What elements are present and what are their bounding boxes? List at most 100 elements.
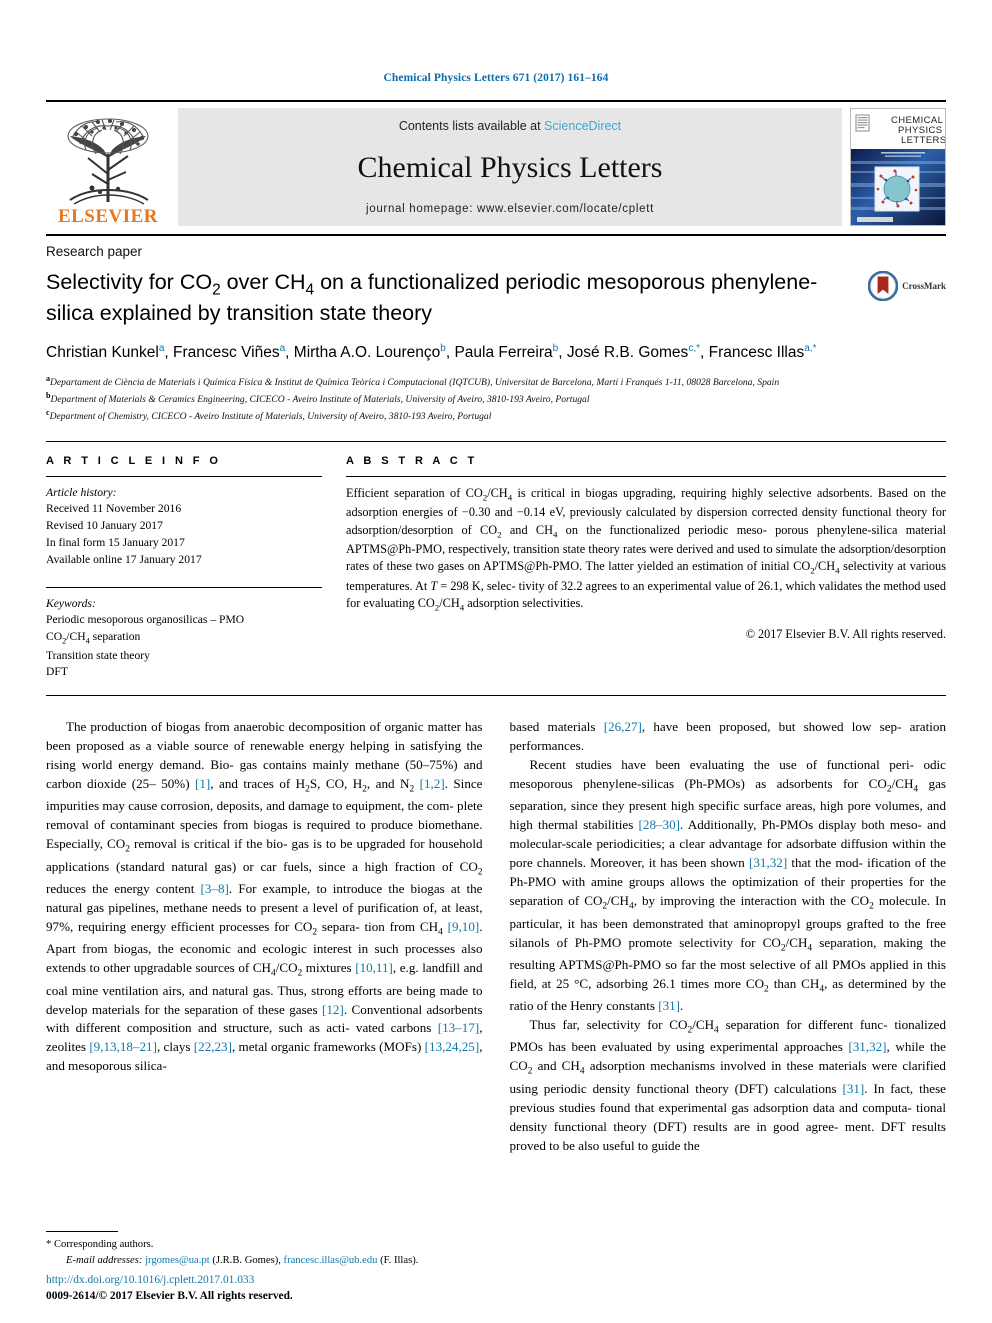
author-name: José R.B. Gomes bbox=[566, 343, 689, 361]
body-column-right: based materials [26,27], have been propo… bbox=[509, 718, 947, 1152]
keywords-label: Keywords: bbox=[46, 596, 96, 610]
body-columns: The production of biogas from anaerobic … bbox=[46, 718, 947, 1152]
journal-cover-thumbnail: CHEMICAL PHYSICS LETTERS bbox=[850, 108, 946, 226]
article-type: Research paper bbox=[46, 244, 143, 259]
citation-ref[interactable]: [26,27] bbox=[604, 719, 642, 734]
svg-text:LETTERS: LETTERS bbox=[901, 135, 945, 146]
article-type-bar: Research paper Selectivity for CO2 over … bbox=[46, 234, 946, 424]
body-column-left: The production of biogas from anaerobic … bbox=[46, 718, 483, 1148]
affiliation-item: cDepartment of Chemistry, CICECO - Aveir… bbox=[46, 407, 946, 424]
author-list: Christian Kunkela, Francesc Viñesa, Mirt… bbox=[46, 342, 946, 365]
contents-prefix: Contents lists available at bbox=[398, 119, 545, 133]
author-sep: , bbox=[285, 343, 294, 361]
article-info-column: A R T I C L E I N F O Article history: R… bbox=[46, 455, 346, 682]
footnote-marker: * bbox=[46, 1239, 52, 1251]
citation-ref[interactable]: [10,11] bbox=[355, 960, 393, 975]
cover-artwork: CHEMICAL PHYSICS LETTERS bbox=[851, 109, 945, 225]
info-abstract-block: A R T I C L E I N F O Article history: R… bbox=[46, 440, 946, 697]
author-name: Francesc Viñes bbox=[173, 343, 280, 361]
crossmark-label: CrossMark bbox=[902, 281, 946, 291]
author-item: José R.B. Gomesc,*, bbox=[566, 343, 709, 361]
journal-title: Chemical Physics Letters bbox=[357, 151, 663, 184]
article-history-label: Article history: bbox=[46, 485, 117, 499]
author-item: Francesc Illasa,* bbox=[709, 343, 817, 361]
contents-list-line: Contents lists available at ScienceDirec… bbox=[399, 119, 621, 133]
abstract-column: A B S T R A C T Efficient separation of … bbox=[346, 455, 946, 682]
citation-ref[interactable]: [13,24,25] bbox=[425, 1039, 480, 1054]
author-sep: , bbox=[164, 343, 174, 361]
elsevier-logo: ELSEVIER bbox=[46, 108, 170, 226]
journal-homepage-line[interactable]: journal homepage: www.elsevier.com/locat… bbox=[366, 203, 654, 215]
email-link-illas[interactable]: francesc.illas@ub.edu bbox=[284, 1255, 378, 1266]
author-item: Francesc Viñesa, bbox=[173, 343, 294, 361]
citation-ref[interactable]: [3–8] bbox=[201, 881, 229, 896]
article-page: Chemical Physics Letters 671 (2017) 161–… bbox=[0, 0, 992, 1323]
page-footer: http://dx.doi.org/10.1016/j.cplett.2017.… bbox=[46, 1272, 293, 1305]
citation-ref[interactable]: [9,13,18–21] bbox=[89, 1039, 157, 1054]
abstract-text: Efficient separation of CO2/CH4 is criti… bbox=[346, 485, 947, 613]
author-item: Christian Kunkela, bbox=[46, 343, 174, 361]
citation-ref[interactable]: [31,32] bbox=[749, 855, 787, 870]
email-owner-illas: (F. Illas). bbox=[380, 1255, 419, 1267]
citation-ref[interactable]: [1,2] bbox=[420, 776, 445, 791]
author-item: Paula Ferreirab, bbox=[454, 343, 567, 361]
history-received: Received 11 November 2016 bbox=[46, 502, 182, 516]
body-paragraph: The production of biogas from anaerobic … bbox=[46, 719, 483, 1074]
affiliation-text: Departament de Ciència de Materials i Qu… bbox=[50, 377, 780, 389]
email-link-gomes[interactable]: jrgomes@ua.pt bbox=[145, 1255, 210, 1266]
author-name: Mirtha A.O. Lourenço bbox=[293, 343, 441, 361]
title-row: Selectivity for CO2 over CH4 on a functi… bbox=[46, 269, 946, 328]
title-part-1: Selectivity for CO bbox=[46, 270, 213, 294]
email-owner-gomes: (J.R.B. Gomes), bbox=[212, 1255, 281, 1267]
doi-link[interactable]: http://dx.doi.org/10.1016/j.cplett.2017.… bbox=[46, 1272, 293, 1289]
title-part-3: on a functionalized periodic mesoporous bbox=[314, 270, 705, 294]
citation-ref[interactable]: [1] bbox=[195, 776, 210, 791]
abstract-copyright: © 2017 Elsevier B.V. All rights reserved… bbox=[745, 626, 946, 641]
citation-ref[interactable]: [28–30] bbox=[639, 817, 680, 832]
keyword-item: Transition state theory bbox=[46, 648, 150, 662]
citation-ref[interactable]: [31] bbox=[842, 1081, 864, 1096]
history-revised: Revised 10 January 2017 bbox=[46, 519, 163, 533]
affiliation-list: aDepartament de Ciència de Materials i Q… bbox=[46, 373, 946, 423]
crossmark-badge[interactable]: CrossMark bbox=[868, 271, 946, 301]
title-part-2: over CH bbox=[220, 270, 306, 294]
author-name: Christian Kunkel bbox=[46, 343, 159, 361]
author-affiliation-marker[interactable]: c,* bbox=[688, 343, 700, 354]
corresponding-author-text: Corresponding authors. bbox=[53, 1239, 154, 1251]
title-sub-1: 2 bbox=[212, 281, 221, 299]
affiliation-text: Department of Materials & Ceramics Engin… bbox=[50, 394, 590, 406]
citation-ref[interactable]: [31] bbox=[658, 998, 680, 1013]
journal-masthead: ELSEVIER Contents lists available at Sci… bbox=[46, 100, 946, 226]
page-title: Selectivity for CO2 over CH4 on a functi… bbox=[46, 269, 868, 328]
citation-ref[interactable]: [13–17] bbox=[438, 1020, 479, 1035]
journal-band: Contents lists available at ScienceDirec… bbox=[178, 108, 842, 226]
article-info-rule bbox=[46, 475, 322, 477]
elsevier-wordmark: ELSEVIER bbox=[57, 206, 159, 227]
affiliation-item: aDepartament de Ciència de Materials i Q… bbox=[46, 373, 946, 390]
keyword-item: Periodic mesoporous organosilicas – PMO bbox=[46, 613, 245, 627]
issn-copyright: 0009-2614/© 2017 Elsevier B.V. All right… bbox=[46, 1290, 293, 1303]
history-final-form: In final form 15 January 2017 bbox=[46, 536, 185, 550]
citation-ref[interactable]: [22,23] bbox=[194, 1039, 232, 1054]
citation-ref[interactable]: [31,32] bbox=[848, 1039, 886, 1054]
sciencedirect-link[interactable]: ScienceDirect bbox=[544, 119, 621, 133]
body-paragraph: based materials [26,27], have been propo… bbox=[509, 719, 947, 754]
author-sep: , bbox=[558, 343, 567, 361]
affiliation-item: bDepartment of Materials & Ceramics Engi… bbox=[46, 390, 946, 407]
abstract-rule bbox=[346, 475, 946, 477]
keyword-item: CO2/CH4 separation bbox=[46, 630, 141, 646]
abstract-heading: A B S T R A C T bbox=[346, 454, 478, 467]
running-head: Chemical Physics Letters 671 (2017) 161–… bbox=[383, 72, 609, 84]
title-sub-2: 4 bbox=[305, 281, 315, 299]
citation-ref[interactable]: [12] bbox=[322, 1002, 344, 1017]
email-label: E-mail addresses: bbox=[66, 1255, 143, 1267]
email-addresses-note: E-mail addresses: jrgomes@ua.pt (J.R.B. … bbox=[46, 1253, 476, 1269]
crossmark-icon bbox=[868, 271, 899, 301]
body-paragraph: Recent studies have been evaluating the … bbox=[509, 757, 947, 1014]
corresponding-author-note: * Corresponding authors. bbox=[46, 1237, 476, 1253]
body-paragraph: Thus far, selectivity for CO2/CH4 separa… bbox=[509, 1017, 947, 1153]
author-name: Paula Ferreira bbox=[454, 343, 553, 361]
author-affiliation-marker[interactable]: a,* bbox=[804, 343, 816, 354]
citation-ref[interactable]: [9,10] bbox=[448, 919, 480, 934]
